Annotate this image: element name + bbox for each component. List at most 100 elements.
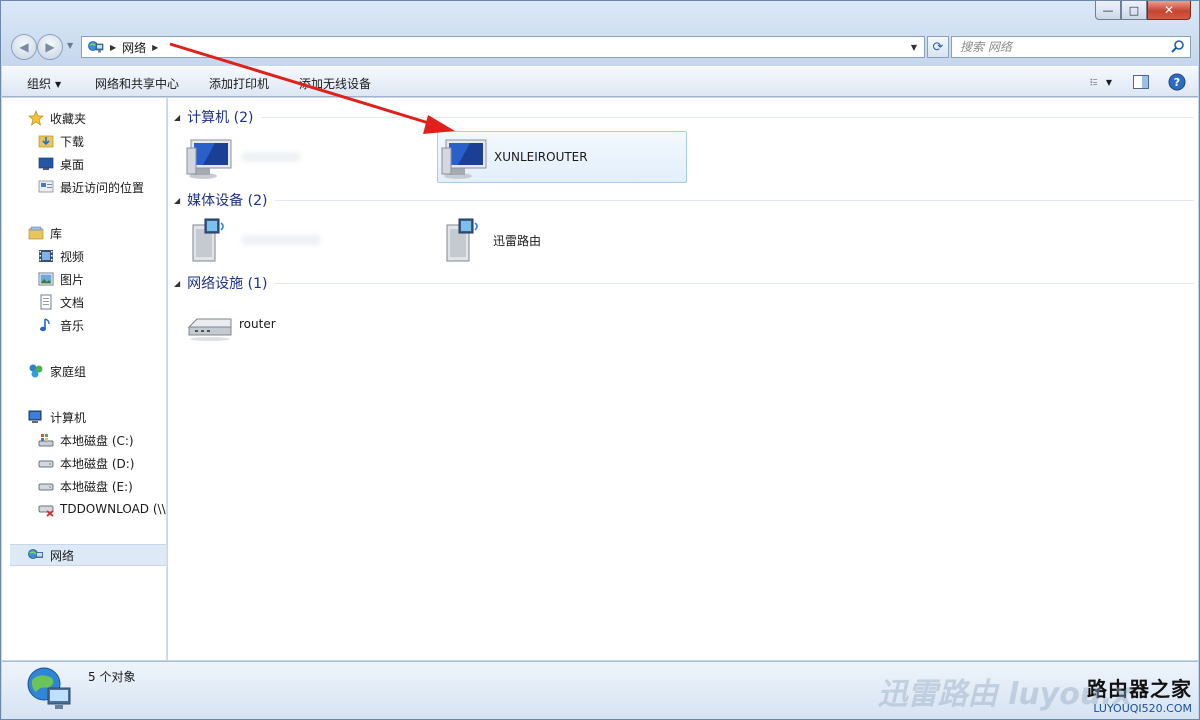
nav-label: 音乐 [60,318,85,333]
computer-icon [441,139,487,179]
nav-label: 视频 [60,249,85,264]
preview-pane-icon [1133,75,1149,89]
nav-drive-d[interactable]: 本地磁盘 (D:) [38,452,134,474]
nav-network[interactable]: 网络 [10,544,166,566]
navigation-pane: 收藏夹 下载 桌面 最近访问的位置 库 视频 图片 文档 音乐 家庭组 计算机 … [2,98,167,660]
watermark-ghost-text: 迅雷路由 luyou.x [877,677,1132,712]
maximize-button[interactable]: □ [1121,1,1147,20]
add-printer-button[interactable]: 添加打印机 [209,75,269,92]
item-label: XUNLEIROUTER [494,150,588,164]
help-icon: ? [1168,73,1186,91]
collapse-triangle-icon[interactable]: ◢ [174,196,180,205]
forward-arrow-icon: ▶ [45,40,55,54]
chevron-down-icon: ▼ [55,80,62,89]
nav-label: 库 [50,226,63,241]
nav-label: 下载 [60,134,85,149]
group-title: 计算机 (2) [187,110,254,126]
change-view-button[interactable]: ▼ [1090,72,1112,92]
collapse-triangle-icon[interactable]: ◢ [174,113,180,122]
explorer-window: — □ ✕ ◀ ▶ ▼ ▶ 网络 ▶ ▼ ⟳ 搜索 网络 组织 ▼ 网络和共享中… [0,0,1200,720]
forward-button[interactable]: ▶ [37,34,63,60]
close-icon: ✕ [1163,3,1175,17]
back-arrow-icon: ◀ [19,40,29,54]
organize-label: 组织 [27,77,52,91]
nav-label: 本地磁盘 (C:) [60,433,134,448]
help-button[interactable]: ? [1166,72,1188,92]
view-options-icon [1090,78,1098,86]
redacted-name [241,235,321,245]
computer-item-xunleirouter[interactable]: XUNLEIROUTER [437,131,687,183]
chevron-down-icon[interactable]: ▼ [1106,78,1112,87]
recent-pages-dropdown[interactable]: ▼ [67,41,73,50]
search-icon[interactable] [1170,39,1186,55]
media-device-item[interactable] [183,214,433,266]
nav-videos[interactable]: 视频 [38,245,84,267]
item-count: 5 个对象 [88,670,136,684]
minimize-icon: — [1102,3,1114,17]
group-header-computers[interactable]: ◢ 计算机 (2) [174,106,1194,128]
nav-label: 本地磁盘 (E:) [60,479,133,494]
close-button[interactable]: ✕ [1147,1,1191,20]
search-input[interactable] [960,40,1170,54]
view-controls: ▼ ? [1082,72,1188,92]
nav-pictures[interactable]: 图片 [38,268,84,290]
organize-menu[interactable]: 组织 ▼ [27,75,61,92]
redacted-name [241,152,301,162]
router-item[interactable]: router [183,298,433,350]
media-server-icon [446,218,478,262]
nav-downloads[interactable]: 下载 [38,130,84,152]
nav-label: 网络 [50,548,75,563]
back-button[interactable]: ◀ [11,34,37,60]
breadcrumb-network[interactable]: 网络 [122,39,146,56]
nav-documents[interactable]: 文档 [38,291,84,313]
watermark: 迅雷路由 luyou.x 路由器之家 LUYOUQI520.COM [878,673,1192,715]
libraries-icon [28,225,44,241]
network-icon [28,547,44,563]
nav-label: 收藏夹 [50,111,87,126]
system-drive-icon [38,432,54,448]
nav-favorites[interactable]: 收藏夹 [28,107,86,129]
nav-homegroup[interactable]: 家庭组 [28,360,86,382]
nav-label: 计算机 [50,410,87,425]
music-icon [38,317,54,333]
star-icon [28,110,44,126]
nav-music[interactable]: 音乐 [38,314,84,336]
minimize-button[interactable]: — [1095,1,1121,20]
network-globe-icon [27,667,71,709]
nav-desktop[interactable]: 桌面 [38,153,84,175]
breadcrumb-separator-icon[interactable]: ▶ [152,43,158,52]
nav-drive-e[interactable]: 本地磁盘 (E:) [38,475,133,497]
maximize-icon: □ [1128,3,1140,17]
nav-drive-c[interactable]: 本地磁盘 (C:) [38,429,134,451]
group-header-media[interactable]: ◢ 媒体设备 (2) [174,189,1194,211]
media-server-icon [192,218,224,262]
address-dropdown-icon[interactable]: ▼ [906,37,922,57]
nav-libraries[interactable]: 库 [28,222,62,244]
breadcrumb-separator-icon[interactable]: ▶ [110,43,116,52]
network-sharing-center-button[interactable]: 网络和共享中心 [95,75,179,92]
group-header-infrastructure[interactable]: ◢ 网络设施 (1) [174,272,1194,294]
collapse-triangle-icon[interactable]: ◢ [174,279,180,288]
nav-computer[interactable]: 计算机 [28,406,86,428]
preview-pane-button[interactable] [1130,72,1152,92]
desktop-icon [38,156,54,172]
nav-network-drive[interactable]: TDDOWNLOAD (\\ [38,498,166,520]
status-bar: 5 个对象 迅雷路由 luyou.x 路由器之家 LUYOUQI520.COM [2,661,1198,719]
video-icon [38,248,54,264]
item-label: router [239,317,276,331]
content-area: ◢ 计算机 (2) XUNLEIROUTER ◢ 媒体设备 (2) 迅雷路由 ◢… [168,98,1198,660]
media-device-item-xunlei[interactable]: 迅雷路由 [437,214,687,266]
nav-label: 文档 [60,295,85,310]
address-bar[interactable]: ▶ 网络 ▶ ▼ [81,36,925,58]
hard-drive-icon [38,455,54,471]
network-icon [88,41,104,53]
nav-recent-places[interactable]: 最近访问的位置 [38,176,144,198]
computer-item[interactable] [183,131,433,183]
caption-buttons: — □ ✕ [1095,1,1191,20]
refresh-button[interactable]: ⟳ [927,36,949,58]
search-box[interactable] [951,36,1191,58]
add-wireless-device-button[interactable]: 添加无线设备 [299,75,371,92]
pictures-icon [38,271,54,287]
group-title: 媒体设备 (2) [187,193,268,209]
nav-label: TDDOWNLOAD (\\ [60,502,166,516]
